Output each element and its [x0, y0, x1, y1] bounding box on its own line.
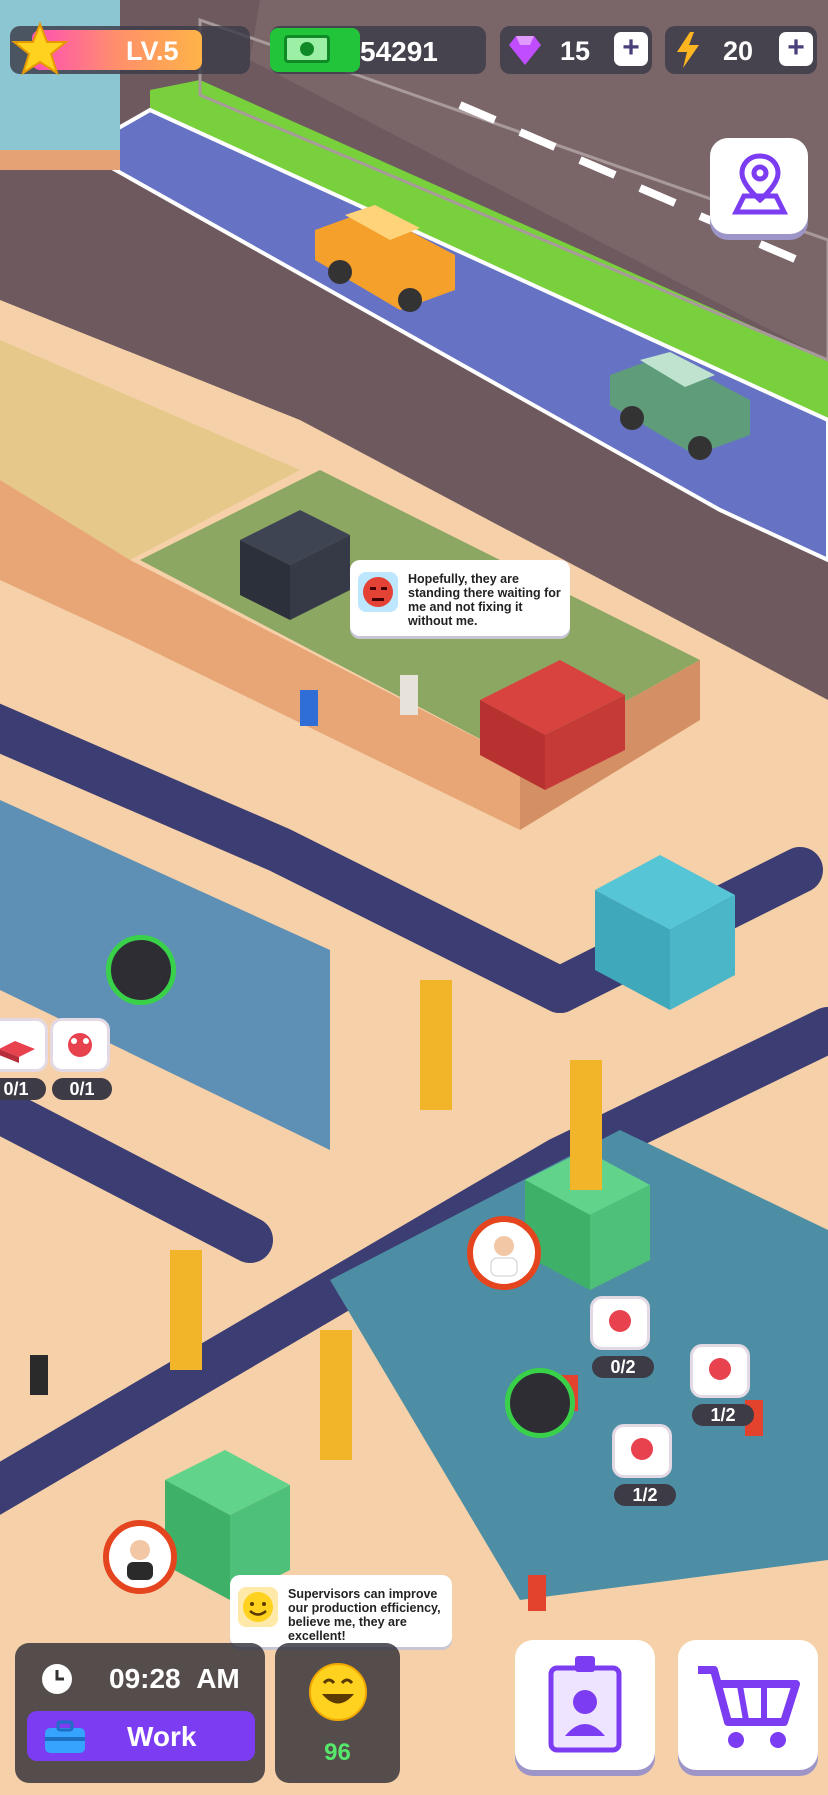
supervisor-avatar-1[interactable] — [467, 1216, 541, 1290]
energy-value: 20 — [723, 36, 754, 66]
left-counter-2: 0/1 — [52, 1078, 112, 1100]
staff-button[interactable] — [515, 1640, 655, 1770]
clock-icon — [42, 1664, 72, 1694]
angry-face-icon — [358, 572, 398, 612]
meat-production-indicator[interactable] — [106, 935, 176, 1005]
level-label: LV.5 — [126, 36, 179, 66]
cash-value: 54291 — [360, 36, 438, 67]
banknote-icon — [284, 35, 330, 63]
supervisor-avatar-2[interactable] — [103, 1520, 177, 1594]
cash-counter: 54291 — [270, 26, 486, 74]
employee-badge-icon — [548, 1656, 622, 1753]
energy-counter: 20 + — [665, 26, 817, 74]
lightning-icon — [677, 32, 699, 68]
octopus-request — [50, 1018, 110, 1072]
supervisor-tip-bubble: Supervisors can improve our production e… — [230, 1575, 452, 1647]
add-energy-button[interactable]: + — [779, 32, 813, 66]
octopus-request-b — [690, 1344, 750, 1398]
level-bar: LV.5 — [10, 21, 250, 76]
add-gems-button[interactable]: + — [614, 32, 648, 66]
worker-speech-text: Hopefully, they are standing there waiti… — [408, 572, 561, 628]
star-icon — [11, 21, 69, 76]
gem-counter: 15 + — [500, 26, 652, 74]
gem-icon — [509, 36, 541, 65]
time-panel: 09:28 AM Work — [15, 1643, 265, 1783]
smiling-face-icon — [238, 1587, 278, 1627]
octopus-request-c — [612, 1424, 672, 1478]
map-pin-icon — [732, 153, 788, 215]
happy-face-icon — [309, 1663, 367, 1721]
gem-value: 15 — [560, 36, 591, 66]
worker-speech-bubble: Hopefully, they are standing there waiti… — [350, 560, 570, 636]
right-counter-1: 0/2 — [592, 1356, 654, 1378]
map-button[interactable] — [710, 138, 808, 234]
meat-cut-request — [0, 1018, 48, 1072]
clock-time: 09:28 AM — [109, 1663, 240, 1694]
right-counter-3: 1/2 — [614, 1484, 676, 1506]
work-mode-label: Work — [127, 1721, 197, 1752]
shop-button[interactable] — [678, 1640, 818, 1770]
octopus-request-a — [590, 1296, 650, 1350]
supervisor-tip-text: Supervisors can improve our production e… — [288, 1587, 441, 1643]
octopus-production-indicator[interactable] — [505, 1368, 575, 1438]
briefcase-icon — [45, 1720, 85, 1753]
left-counter-1: 0/1 — [0, 1078, 46, 1100]
shopping-cart-icon — [698, 1666, 800, 1748]
work-mode-button[interactable]: Work — [27, 1711, 255, 1761]
mood-value: 96 — [324, 1739, 351, 1766]
mood-panel[interactable]: 96 — [275, 1643, 400, 1783]
right-counter-2: 1/2 — [692, 1404, 754, 1426]
